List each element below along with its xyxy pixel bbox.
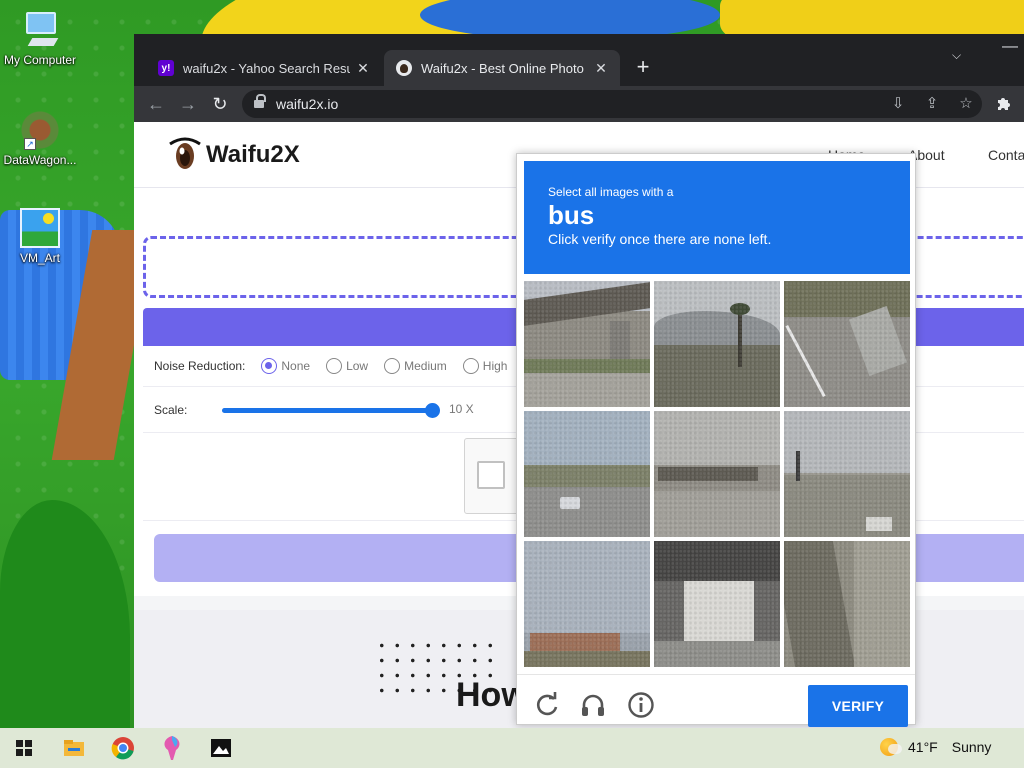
- recaptcha-anchor: [464, 438, 520, 514]
- radio-icon: [326, 358, 343, 374]
- share-icon[interactable]: ⇪: [922, 94, 942, 114]
- scale-slider[interactable]: [222, 403, 440, 418]
- yahoo-icon: y!: [158, 60, 174, 76]
- install-app-icon[interactable]: ⇩: [888, 94, 908, 114]
- audio-challenge-icon[interactable]: [579, 691, 607, 719]
- taskbar: 41°F Sunny: [0, 728, 1024, 768]
- partly-sunny-icon: [880, 738, 902, 756]
- radio-label: None: [281, 359, 311, 373]
- challenge-tile[interactable]: [524, 411, 650, 537]
- waifu2x-icon: [396, 60, 412, 76]
- desktop-icon-label: My Computer: [3, 53, 77, 67]
- nav-contact-link[interactable]: Contact: [988, 147, 1024, 163]
- tab-title: waifu2x - Yahoo Search Results: [183, 60, 350, 76]
- computer-icon: [20, 10, 60, 50]
- photos-icon[interactable]: [205, 732, 237, 764]
- verify-button[interactable]: VERIFY: [808, 685, 908, 727]
- challenge-tile[interactable]: [654, 281, 780, 407]
- challenge-tile[interactable]: [654, 541, 780, 667]
- extensions-puzzle-icon[interactable]: [994, 94, 1014, 114]
- noise-radio-medium[interactable]: Medium: [384, 358, 447, 374]
- challenge-footer: VERIFY: [517, 674, 915, 727]
- tab-waifu2x[interactable]: Waifu2x - Best Online Photo Enhancer ✕: [384, 50, 620, 86]
- radio-label: Medium: [404, 359, 447, 373]
- recaptcha-challenge-popup: Select all images with a bus Click verif…: [516, 153, 916, 727]
- scale-value: 10 X: [449, 402, 474, 416]
- desktop-icon-my-computer[interactable]: My Computer: [0, 10, 80, 67]
- challenge-subtext: Click verify once there are none left.: [548, 231, 772, 247]
- datawagon-icon: ↗: [20, 110, 60, 150]
- back-arrow-icon[interactable]: ←: [144, 92, 168, 116]
- noise-radio-low[interactable]: Low: [326, 358, 368, 374]
- noise-radio-high[interactable]: High: [462, 358, 508, 374]
- desktop-icon-label: VM_Art: [19, 251, 60, 265]
- challenge-tile[interactable]: [784, 411, 910, 537]
- radio-label: Low: [346, 359, 369, 373]
- challenge-tile[interactable]: [524, 541, 650, 667]
- forward-arrow-icon[interactable]: →: [176, 92, 200, 116]
- weather-temperature: 41°F: [908, 739, 938, 755]
- paint-3d-icon[interactable]: [156, 732, 188, 764]
- bookmark-star-icon[interactable]: ☆: [956, 94, 976, 114]
- lock-icon: [254, 94, 266, 109]
- windows-start-icon[interactable]: [8, 732, 40, 764]
- scale-slider-fill: [222, 408, 432, 413]
- challenge-tile[interactable]: [654, 411, 780, 537]
- scale-row: Scale: 10 X: [154, 402, 514, 418]
- close-icon[interactable]: ✕: [594, 60, 608, 77]
- wallpaper-shape: [0, 500, 130, 730]
- noise-radio-none[interactable]: None: [261, 358, 310, 374]
- reload-challenge-icon[interactable]: [533, 691, 561, 719]
- challenge-tile[interactable]: [784, 281, 910, 407]
- tab-search-chevron-icon[interactable]: ⌵: [952, 48, 961, 63]
- desktop-icon-datawagon[interactable]: ↗ DataWagon...: [0, 110, 80, 167]
- challenge-instruction: Select all images with a: [548, 185, 674, 199]
- recaptcha-checkbox[interactable]: [477, 461, 505, 489]
- info-icon[interactable]: [627, 691, 655, 719]
- minimize-icon[interactable]: —: [1002, 38, 1018, 56]
- browser-toolbar: ← → ↻ waifu2x.io ⇩ ⇪ ☆: [134, 86, 1024, 122]
- image-file-icon: [20, 208, 60, 248]
- weather-widget[interactable]: 41°F Sunny: [880, 738, 991, 756]
- challenge-header: Select all images with a bus Click verif…: [524, 161, 910, 274]
- challenge-tile[interactable]: [784, 541, 910, 667]
- tab-strip: y! waifu2x - Yahoo Search Results ✕ Waif…: [134, 34, 1024, 86]
- address-bar[interactable]: waifu2x.io ⇩ ⇪ ☆: [242, 90, 982, 118]
- tab-yahoo-search[interactable]: y! waifu2x - Yahoo Search Results ✕: [146, 50, 382, 86]
- tab-title: Waifu2x - Best Online Photo Enhancer: [421, 60, 588, 76]
- file-explorer-icon[interactable]: [58, 732, 90, 764]
- noise-reduction-label: Noise Reduction:: [154, 359, 246, 373]
- scale-slider-handle[interactable]: [424, 403, 440, 418]
- desktop-icon-label: DataWagon...: [3, 153, 77, 167]
- noise-reduction-row: Noise Reduction: None Low Medium High: [154, 358, 507, 374]
- radio-icon: [384, 358, 401, 374]
- waifu2x-logo-icon: [169, 137, 201, 169]
- close-icon[interactable]: ✕: [356, 60, 370, 77]
- challenge-image-grid: [524, 281, 910, 667]
- radio-icon: [462, 358, 479, 374]
- weather-condition: Sunny: [951, 739, 992, 755]
- radio-icon: [261, 358, 278, 374]
- new-tab-button[interactable]: +: [632, 56, 654, 79]
- site-logo[interactable]: Waifu2X: [206, 141, 300, 169]
- challenge-tile[interactable]: [524, 281, 650, 407]
- reload-icon[interactable]: ↻: [208, 92, 232, 116]
- radio-label: High: [482, 359, 508, 373]
- scale-label: Scale:: [154, 403, 188, 417]
- challenge-keyword: bus: [548, 200, 595, 230]
- url-text[interactable]: waifu2x.io: [276, 96, 338, 112]
- chrome-icon[interactable]: [107, 732, 139, 764]
- desktop-icon-vm-art[interactable]: VM_Art: [0, 208, 80, 265]
